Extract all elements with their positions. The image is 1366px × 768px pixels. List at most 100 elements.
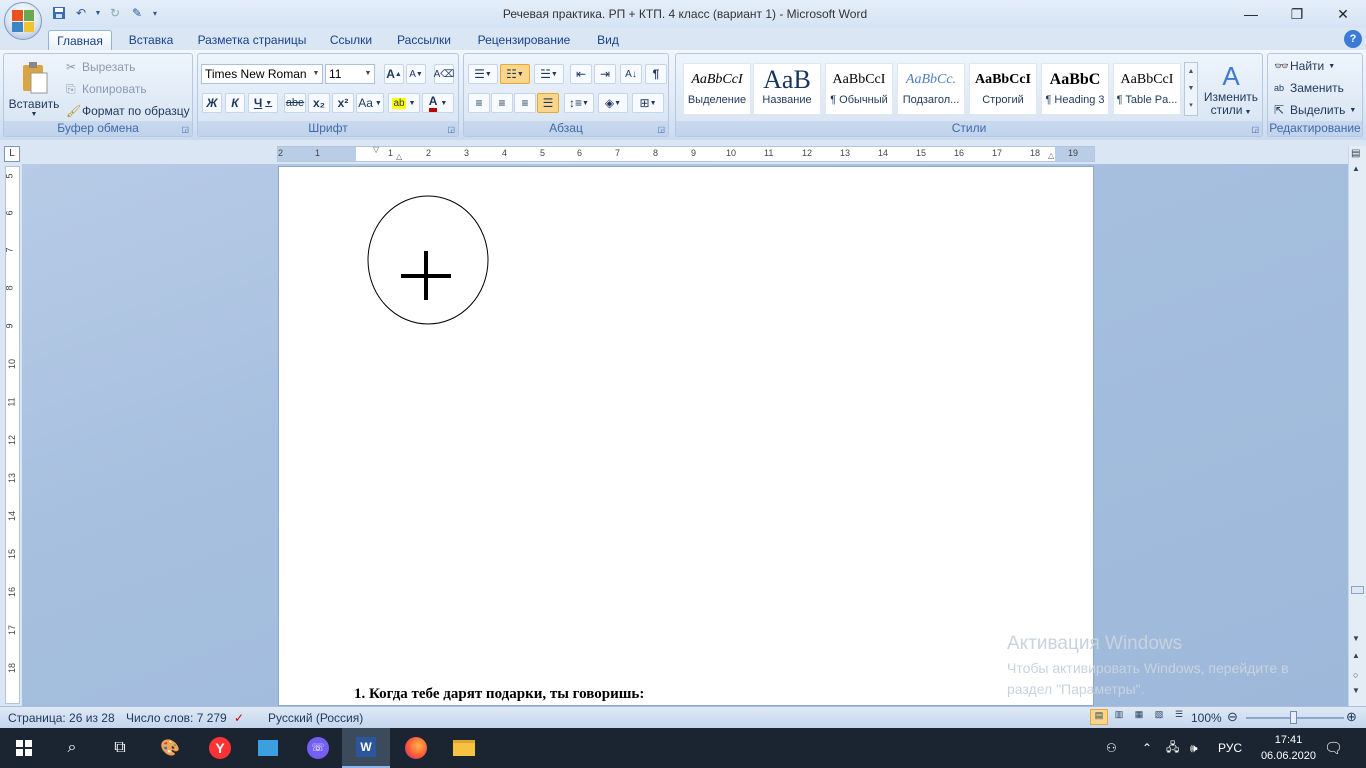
paste-button[interactable]: Вставить ▼ (8, 56, 60, 122)
tab-selector[interactable]: L (4, 146, 20, 162)
numbering-button[interactable]: ☷ ▼ (500, 64, 530, 84)
maximize-button[interactable]: ❐ (1274, 0, 1320, 28)
show-hidden-icons[interactable]: ⌃ (1142, 728, 1152, 768)
italic-button[interactable]: К (225, 93, 245, 113)
yandex-browser-icon[interactable]: Y (196, 728, 244, 768)
clear-formatting-button[interactable]: A⌫ (434, 64, 454, 84)
control-panel-icon[interactable] (244, 728, 292, 768)
minimize-button[interactable]: — (1228, 0, 1274, 28)
input-language[interactable]: РУС (1218, 728, 1242, 768)
increase-indent-button[interactable]: ⇥ (594, 64, 616, 84)
horizontal-ruler[interactable]: 2 1 1 2 3 4 5 6 7 8 9 10 11 12 13 14 15 … (277, 145, 1095, 162)
people-icon[interactable]: ⚇ (1106, 728, 1117, 768)
file-explorer-icon[interactable] (440, 728, 488, 768)
find-button[interactable]: 👓 Найти ▼ (1274, 57, 1335, 75)
zoom-in-icon[interactable]: ⊕ (1346, 709, 1357, 725)
close-button[interactable]: ✕ (1320, 0, 1366, 28)
notifications-icon[interactable]: 🗨 (1324, 728, 1343, 768)
align-right-button[interactable]: ≡ (514, 93, 536, 113)
style-heading-3[interactable]: AaBbC ¶ Heading 3 (1041, 63, 1109, 115)
tab-view[interactable]: Вид (590, 30, 626, 50)
superscript-button[interactable]: x² (332, 93, 354, 113)
styles-scroll[interactable]: ▲ ▼ ▾ (1184, 62, 1198, 116)
zoom-out-icon[interactable]: ⊖ (1227, 709, 1238, 725)
word-count[interactable]: Число слов: 7 279 (126, 711, 227, 725)
scroll-down-icon[interactable]: ▼ (1352, 634, 1360, 643)
viber-icon[interactable]: ☏ (294, 728, 342, 768)
zoom-level[interactable]: 100% (1191, 711, 1222, 725)
font-name-combo[interactable]: Times New Roman ▼ (201, 64, 323, 84)
document-question[interactable]: 1. Когда тебе дарят подарки, ты говоришь… (354, 686, 644, 703)
volume-icon[interactable]: 🕪 (1190, 728, 1198, 768)
full-screen-reading-icon[interactable]: ▥ (1110, 709, 1128, 725)
multilevel-list-button[interactable]: ☱ ▼ (534, 64, 564, 84)
tab-review[interactable]: Рецензирование (468, 30, 580, 50)
font-size-combo[interactable]: 11 ▼ (325, 64, 375, 84)
dialog-launcher-icon[interactable]: ◲ (181, 125, 189, 134)
show-marks-button[interactable]: ¶ (645, 64, 667, 84)
scroll-up-icon[interactable]: ▲ (1352, 164, 1360, 173)
dialog-launcher-icon[interactable]: ◲ (447, 125, 455, 134)
format-painter-button[interactable]: 🖌 Формат по образцу (66, 102, 190, 120)
office-button[interactable] (4, 2, 42, 40)
language[interactable]: Русский (Россия) (268, 711, 363, 725)
chevron-down-icon[interactable]: ▼ (362, 65, 374, 83)
tab-references[interactable]: Ссылки (322, 30, 380, 50)
clock[interactable]: 17:41 06.06.2020 (1261, 732, 1316, 764)
style-strong[interactable]: AaBbCcI Строгий (969, 63, 1037, 115)
sort-button[interactable]: A↓ (620, 64, 642, 84)
change-case-button[interactable]: Aa ▼ (356, 93, 384, 113)
align-left-button[interactable]: ≡ (468, 93, 490, 113)
vertical-ruler[interactable]: 5 6 7 8 9 10 11 12 13 14 15 16 17 18 (5, 166, 20, 704)
dialog-launcher-icon[interactable]: ◲ (1251, 125, 1259, 134)
line-spacing-button[interactable]: ↕≡ ▼ (564, 93, 594, 113)
style-subtitle[interactable]: AaBbCc. Подзагол... (897, 63, 965, 115)
proofing-icon[interactable]: ✓ (234, 711, 244, 725)
circle-plus-shape[interactable] (367, 195, 491, 327)
subscript-button[interactable]: x₂ (308, 93, 330, 113)
tab-mailings[interactable]: Рассылки (390, 30, 458, 50)
zoom-slider-thumb[interactable] (1290, 711, 1297, 724)
decrease-indent-button[interactable]: ⇤ (570, 64, 592, 84)
ruler-toggle-icon[interactable]: ▤ (1351, 148, 1360, 159)
grow-font-button[interactable]: A ▲ (384, 64, 404, 84)
shrink-font-button[interactable]: A ▼ (406, 64, 426, 84)
network-icon[interactable]: 🖧 (1166, 728, 1179, 768)
highlight-button[interactable]: ab ▼ (388, 93, 420, 113)
outline-icon[interactable]: ▧ (1150, 709, 1168, 725)
tab-home[interactable]: Главная (48, 30, 112, 50)
replace-button[interactable]: ab Заменить (1274, 79, 1344, 97)
select-button[interactable]: ⇱ Выделить ▼ (1274, 101, 1356, 119)
next-page-icon[interactable]: ▼ (1352, 686, 1360, 695)
web-layout-icon[interactable]: ▦ (1130, 709, 1148, 725)
search-icon[interactable]: ⌕ (48, 728, 96, 768)
previous-page-icon[interactable]: ▲ (1352, 651, 1360, 660)
font-color-button[interactable]: A ▼ (422, 93, 454, 113)
left-indent-marker[interactable]: △ (396, 152, 402, 161)
strikethrough-button[interactable]: abe (284, 93, 306, 113)
vertical-scrollbar[interactable]: ▤ ▲ ▼ ▲ ○ ▼ (1348, 146, 1366, 706)
page-count[interactable]: Страница: 26 из 28 (8, 711, 115, 725)
underline-button[interactable]: Ч ▼ (248, 93, 278, 113)
style-emphasis[interactable]: AaBbCcI Выделение (683, 63, 751, 115)
firefox-icon[interactable] (392, 728, 440, 768)
align-center-button[interactable]: ≡ (491, 93, 513, 113)
style-normal[interactable]: AaBbCcI ¶ Обычный (825, 63, 893, 115)
start-button[interactable] (0, 728, 48, 768)
cut-button[interactable]: ✂ Вырезать (66, 58, 135, 76)
task-view-icon[interactable]: ⧉ (96, 728, 144, 768)
style-title[interactable]: AaB Название (753, 63, 821, 115)
chevron-down-icon[interactable]: ▼ (1185, 80, 1197, 97)
chevron-up-icon[interactable]: ▲ (1185, 63, 1197, 80)
print-layout-icon[interactable]: ▤ (1090, 709, 1108, 725)
first-line-indent-marker[interactable]: ▽ (373, 145, 379, 154)
right-indent-marker[interactable]: △ (1048, 151, 1054, 160)
draft-icon[interactable]: ☰ (1170, 709, 1188, 725)
bold-button[interactable]: Ж (202, 93, 222, 113)
borders-button[interactable]: ⊞ ▼ (632, 93, 664, 113)
change-styles-button[interactable]: A Изменить стили ▼ (1202, 58, 1260, 122)
paint-app-icon[interactable]: 🎨 (146, 728, 194, 768)
select-browse-object-icon[interactable]: ○ (1353, 670, 1358, 680)
copy-button[interactable]: ⎘ Копировать (66, 80, 147, 98)
dialog-launcher-icon[interactable]: ◲ (657, 125, 665, 134)
